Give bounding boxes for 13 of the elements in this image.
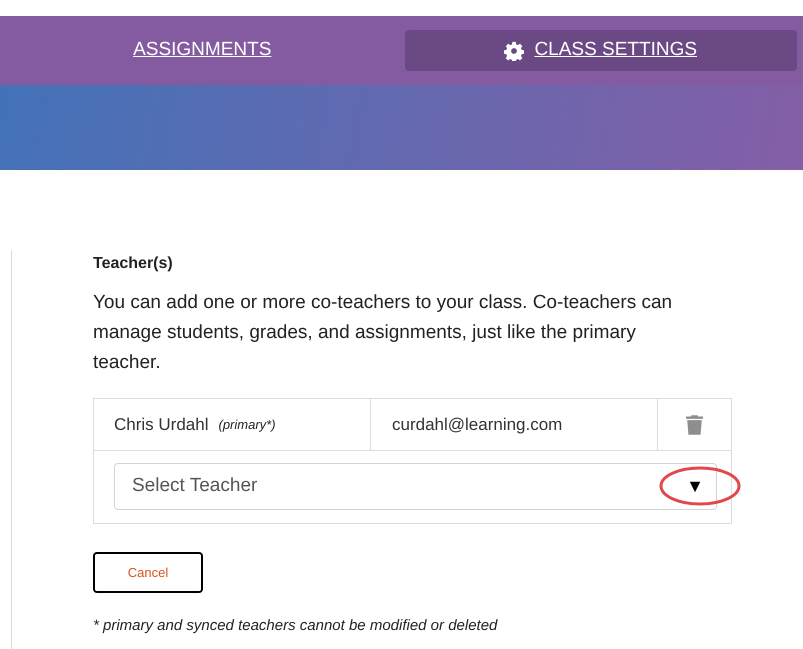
section-title: Teacher(s) — [93, 254, 174, 274]
nav-tab[interactable]: CLASS SETTINGS — [404, 30, 797, 71]
cancel-button[interactable]: Cancel — [93, 552, 203, 593]
gear-icon — [504, 40, 524, 60]
dropdown-arrow-icon: ▼ — [686, 473, 704, 500]
footnote: * primary and synced teachers cannot be modified or deleted — [93, 616, 499, 636]
trash-icon[interactable] — [686, 414, 703, 434]
teacher-email: curdahl@learning.com — [392, 414, 562, 436]
section-description: You can add one or more co-teachers to your class. Co-teachers can manage students, grades, and assignments, just like the primary teacher. — [93, 291, 674, 375]
teacher-role: (primary*) — [218, 416, 276, 434]
teacher-select[interactable]: Select Teacher ▼ — [114, 463, 717, 510]
nav-tab[interactable]: ASSIGNMENTS — [6, 30, 398, 71]
teacher-name: Chris Urdahl — [114, 414, 208, 436]
